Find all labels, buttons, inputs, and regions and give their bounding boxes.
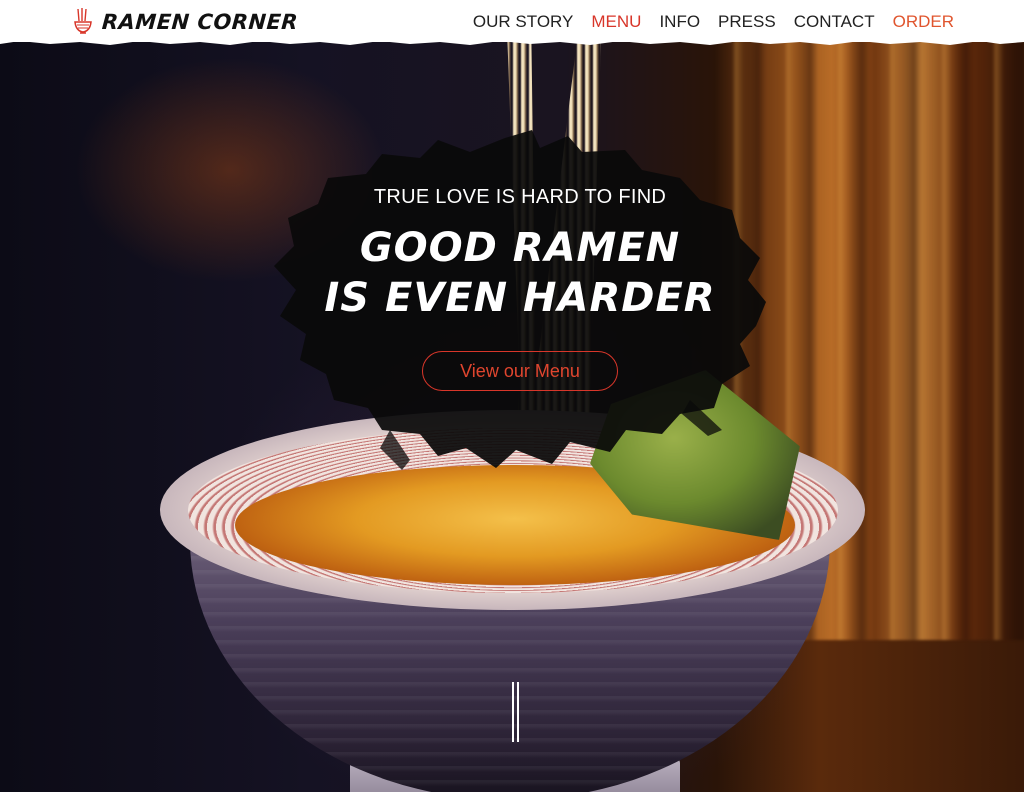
header-torn-edge — [0, 38, 1024, 45]
nav-contact[interactable]: CONTACT — [794, 12, 875, 32]
hero-section: TRUE LOVE IS HARD TO FIND GOOD RAMEN IS … — [300, 186, 740, 391]
headline-line-1: GOOD RAMEN — [359, 225, 681, 271]
nav-press[interactable]: PRESS — [718, 12, 776, 32]
brand-logo[interactable]: RAMEN CORNER — [72, 6, 299, 38]
hero-tagline: TRUE LOVE IS HARD TO FIND — [373, 186, 667, 208]
hero-headline: GOOD RAMEN IS EVEN HARDER — [300, 223, 740, 323]
nav-info[interactable]: INFO — [659, 12, 700, 32]
main-nav: OUR STORY MENU INFO PRESS CONTACT ORDER — [455, 12, 954, 32]
view-menu-button[interactable]: View our Menu — [422, 351, 618, 391]
nav-order[interactable]: ORDER — [893, 12, 954, 32]
site-header: RAMEN CORNER OUR STORY MENU INFO PRESS C… — [0, 0, 1024, 42]
headline-line-2: IS EVEN HARDER — [324, 275, 716, 321]
nav-our-story[interactable]: OUR STORY — [473, 12, 573, 32]
landing-page: RAMEN CORNER OUR STORY MENU INFO PRESS C… — [0, 0, 1024, 792]
scroll-down-indicator[interactable] — [512, 682, 520, 742]
brand-name: RAMEN CORNER — [101, 10, 299, 34]
nav-menu[interactable]: MENU — [591, 12, 641, 32]
noodle-bowl-icon — [74, 8, 92, 34]
